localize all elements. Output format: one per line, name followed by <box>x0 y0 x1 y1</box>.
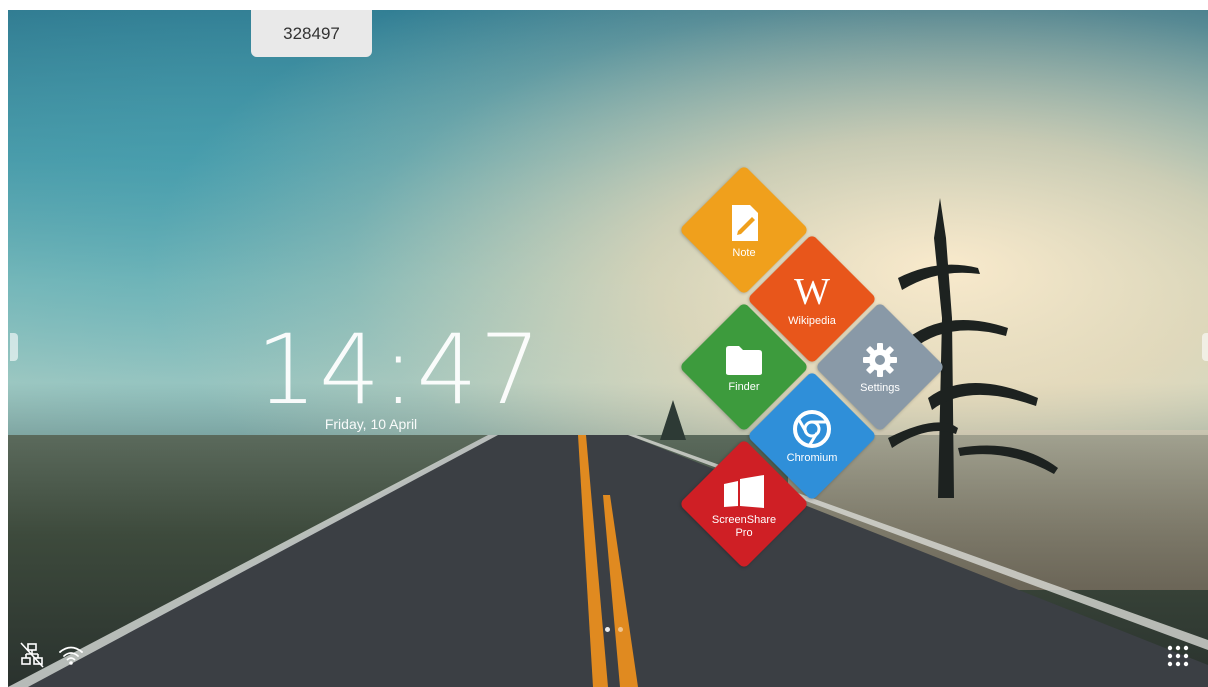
clock-widget: 14:47 Friday, 10 April <box>256 314 543 432</box>
clock-time: 14:47 <box>256 314 543 426</box>
right-panel-handle-icon[interactable] <box>1202 333 1208 361</box>
app-grid-icon[interactable] <box>1166 644 1190 668</box>
page-dot-2[interactable] <box>618 627 623 632</box>
small-tree <box>660 400 686 440</box>
page-dot-1[interactable] <box>605 627 610 632</box>
wifi-icon[interactable] <box>58 644 84 666</box>
network-disconnected-icon[interactable] <box>20 642 44 668</box>
page-indicator <box>605 627 623 632</box>
left-panel-handle-icon[interactable] <box>10 333 18 361</box>
status-tray <box>20 642 84 668</box>
desktop-wallpaper: 328497 14:47 Friday, 10 April Note W Wik… <box>8 10 1208 687</box>
pin-code-badge: 328497 <box>251 10 372 57</box>
clock-date: Friday, 10 April <box>324 416 418 432</box>
